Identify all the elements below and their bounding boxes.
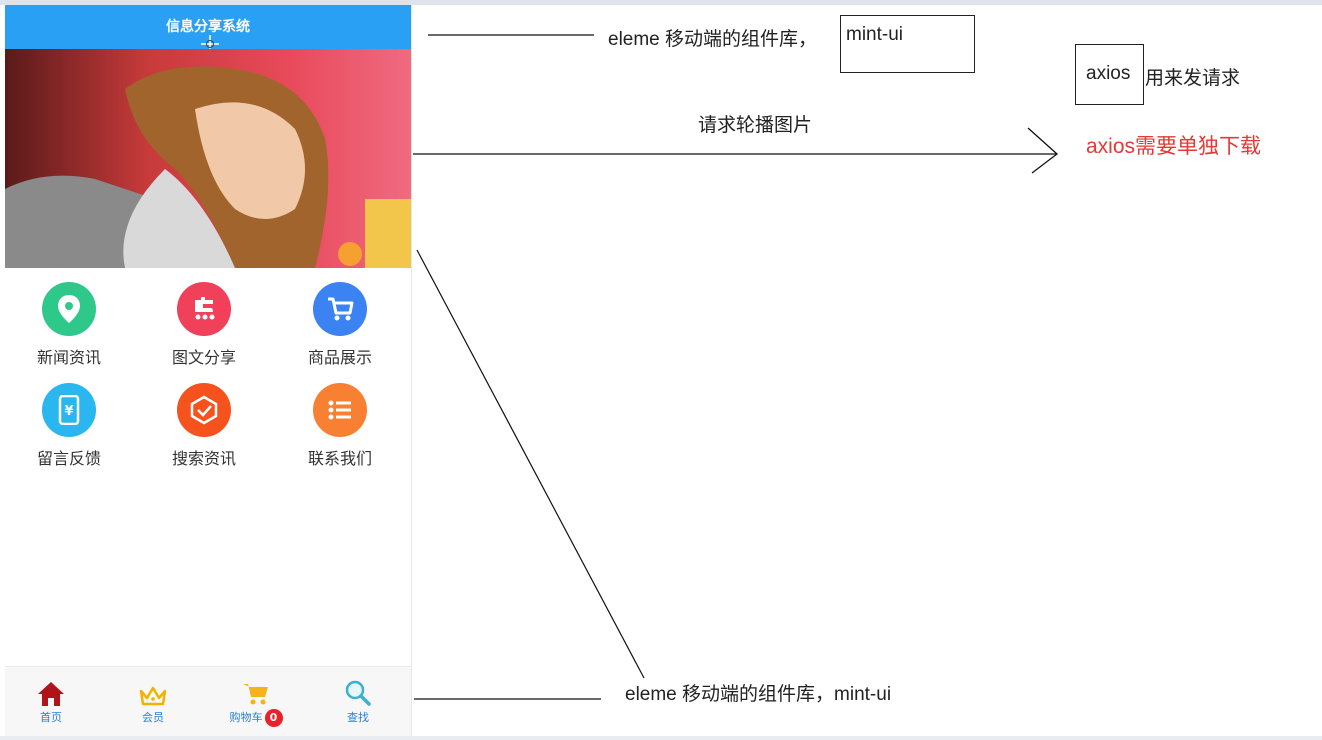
axios-download-note: axios需要单独下载 (1086, 135, 1262, 158)
mint-ui-label: mint-ui (846, 24, 904, 45)
bottom-annotation: eleme 移动端的组件库，mint-ui (625, 684, 892, 705)
arrow-head (1027, 127, 1059, 174)
top-annotation: eleme 移动端的组件库， (608, 29, 818, 50)
diagonal-pointer-line (416, 249, 645, 679)
annotation-lines (413, 34, 1059, 700)
window-bottom-edge (0, 736, 1322, 740)
axios-note: 用来发请求 (1145, 68, 1241, 89)
axios-label: axios (1086, 63, 1131, 84)
carousel-annotation: 请求轮播图片 (698, 115, 813, 136)
